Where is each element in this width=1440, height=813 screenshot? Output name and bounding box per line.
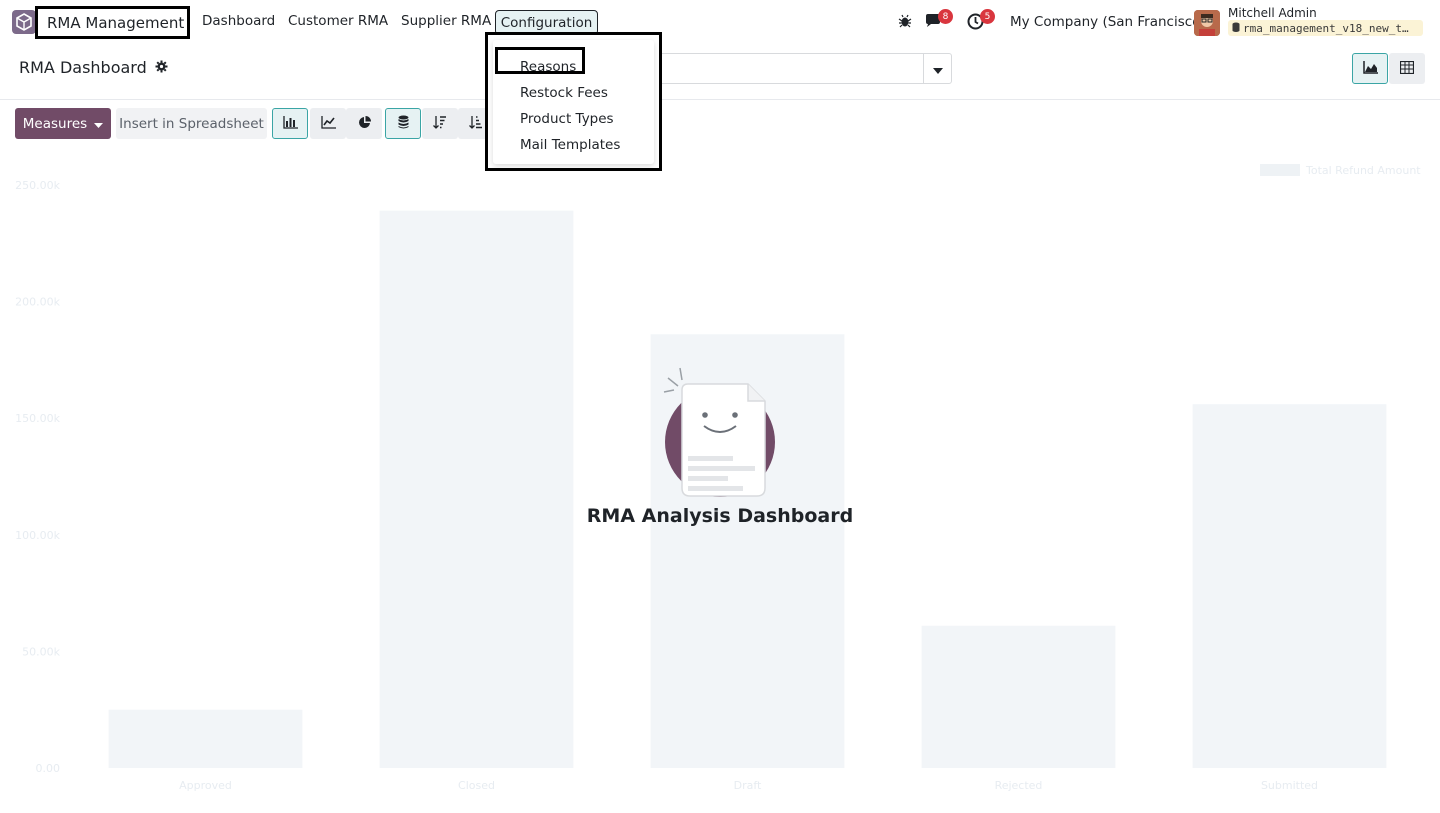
company-switcher[interactable]: My Company (San Francisco) (1010, 14, 1206, 30)
y-tick-label: 200.00k (15, 296, 60, 309)
sort-descending-icon (433, 114, 447, 133)
legend-swatch[interactable] (1260, 164, 1300, 176)
search-options-toggle[interactable] (923, 54, 951, 83)
bar-rejected[interactable] (921, 625, 1116, 768)
bar-submitted[interactable] (1192, 404, 1387, 768)
line-chart-button[interactable] (310, 108, 346, 139)
caret-down-icon (932, 59, 943, 78)
table-icon (1399, 59, 1415, 78)
top-navbar: RMA Management Dashboard Customer RMA Su… (0, 0, 1440, 45)
menu-item-mail-templates[interactable]: Mail Templates (520, 137, 620, 153)
area-chart-icon (1362, 59, 1378, 78)
y-tick-label: 0.00 (36, 762, 61, 775)
bar-chart-button[interactable] (272, 108, 308, 139)
nav-customer-rma[interactable]: Customer RMA (288, 13, 388, 29)
pie-chart-icon (358, 114, 371, 133)
database-icon (398, 114, 409, 133)
menu-item-product-types[interactable]: Product Types (520, 111, 614, 127)
app-name-menu[interactable]: RMA Management (35, 6, 190, 39)
legend-label: Total Refund Amount (1305, 164, 1421, 177)
app-logo-icon[interactable] (12, 10, 36, 34)
database-icon (1232, 22, 1240, 35)
line-chart-icon (320, 114, 336, 133)
bar-closed[interactable] (379, 210, 574, 769)
breadcrumb: RMA Dashboard (19, 58, 168, 77)
x-tick-label: Closed (458, 779, 495, 792)
sort-descending-button[interactable] (422, 108, 458, 139)
stacked-button[interactable] (385, 108, 421, 139)
graph-view-button[interactable] (1352, 53, 1388, 84)
y-tick-label: 50.00k (22, 645, 60, 658)
sort-ascending-icon (469, 114, 483, 133)
y-tick-label: 250.00k (15, 179, 60, 192)
x-tick-label: Submitted (1261, 779, 1318, 792)
measures-button[interactable]: Measures (15, 108, 111, 139)
database-badge: rma_management_v18_new_t… (1228, 20, 1423, 36)
pie-chart-button[interactable] (346, 108, 382, 139)
page-title: RMA Dashboard (19, 58, 147, 77)
insert-in-spreadsheet-button[interactable]: Insert in Spreadsheet (116, 108, 267, 139)
pivot-view-button[interactable] (1389, 53, 1425, 84)
user-name[interactable]: Mitchell Admin (1228, 6, 1317, 20)
bar-approved[interactable] (108, 709, 303, 768)
helper-title: RMA Analysis Dashboard (586, 505, 854, 527)
reasons-highlight (495, 47, 585, 74)
caret-down-icon (94, 116, 104, 132)
menu-item-restock-fees[interactable]: Restock Fees (520, 85, 608, 101)
database-name: rma_management_v18_new_t… (1243, 21, 1409, 35)
measures-label: Measures (22, 115, 88, 132)
avatar[interactable] (1194, 10, 1220, 36)
activities-badge: 5 (980, 9, 995, 24)
y-tick-label: 100.00k (15, 529, 60, 542)
x-tick-label: Draft (734, 779, 762, 792)
smiling-document-icon (660, 360, 780, 504)
gear-icon[interactable] (155, 58, 168, 77)
nav-dashboard[interactable]: Dashboard (202, 13, 275, 29)
bug-icon[interactable] (898, 13, 912, 32)
divider (0, 99, 1440, 100)
messages-badge: 8 (938, 9, 953, 24)
x-tick-label: Rejected (995, 779, 1043, 792)
x-tick-label: Approved (179, 779, 232, 792)
nav-supplier-rma[interactable]: Supplier RMA (401, 13, 491, 29)
y-tick-label: 150.00k (15, 412, 60, 425)
bar-chart-icon (282, 114, 298, 133)
